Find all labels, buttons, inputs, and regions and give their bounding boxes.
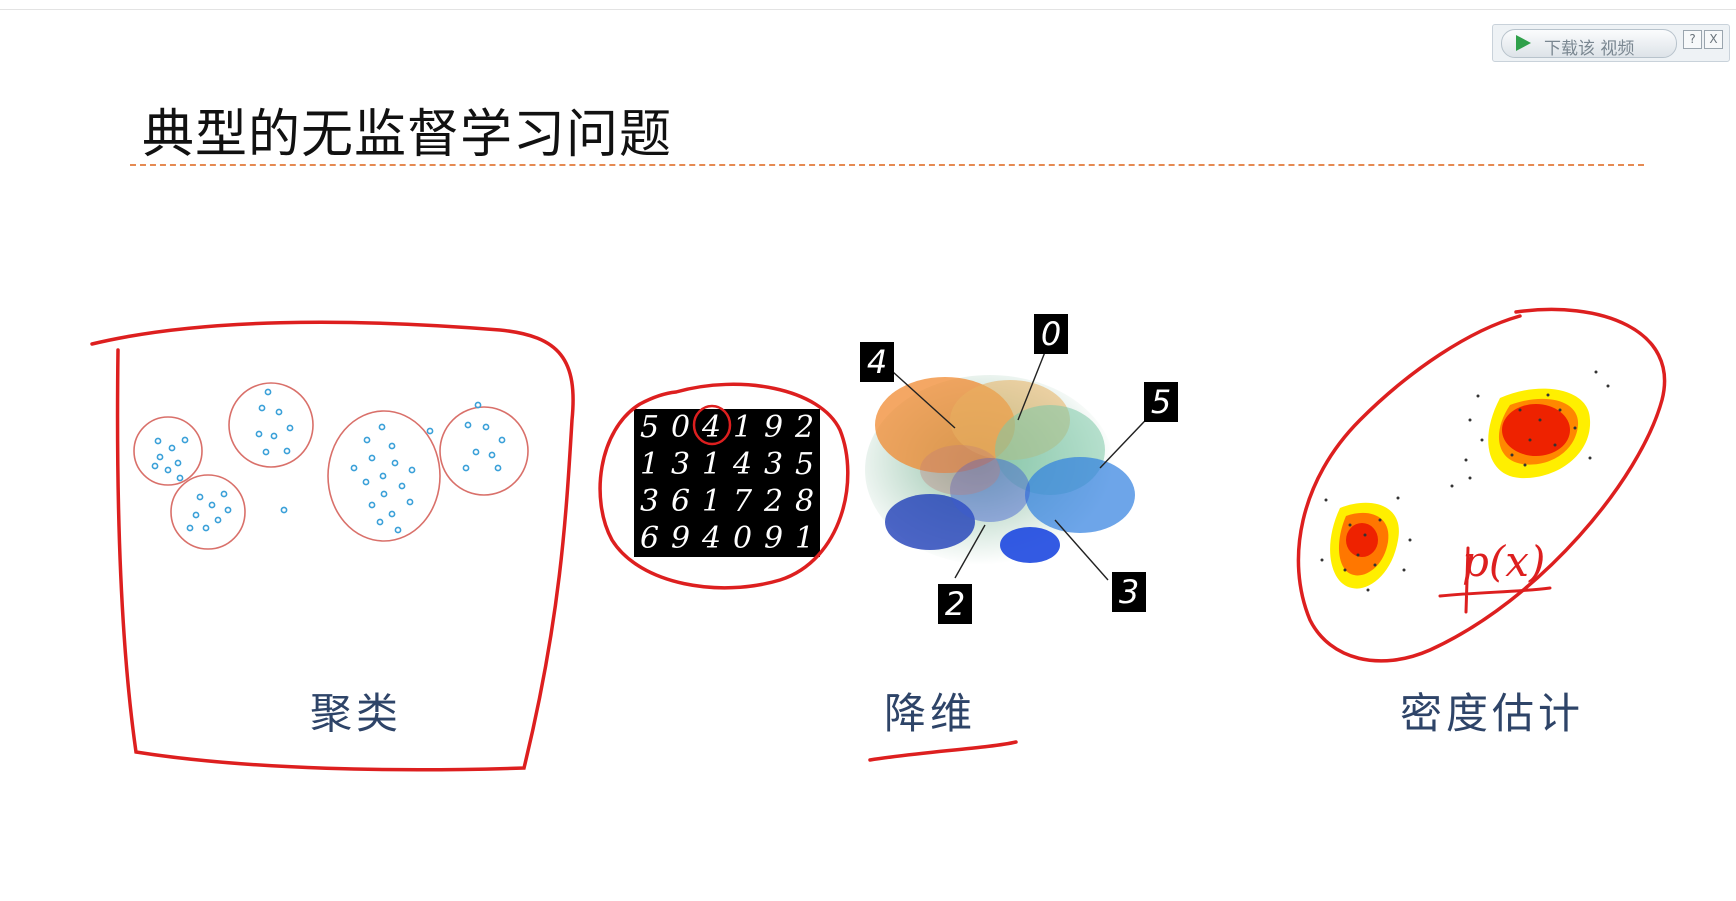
cluster-circle	[228, 382, 314, 468]
mnist-highlight-circle	[598, 382, 850, 590]
digit-4-highlight	[692, 404, 732, 446]
cluster-circle	[327, 410, 441, 542]
dim-reduction-caption: 降维	[884, 689, 977, 738]
dim-reduction-underline	[868, 740, 1018, 762]
slide-drawing-layer: p(x)	[90, 307, 1667, 772]
density-estimation-caption: 密度估计	[1400, 689, 1585, 738]
embedding-label: 0	[1034, 314, 1068, 354]
cluster-circle	[170, 474, 246, 550]
px-annotation: p(x)	[1462, 537, 1545, 586]
cluster-circle	[439, 406, 529, 496]
cluster-points	[151, 388, 506, 534]
clustering-caption: 聚类	[310, 689, 403, 738]
cluster-circle	[133, 416, 203, 486]
density-heatmap	[1330, 388, 1591, 589]
embedding-scatter-cloud	[865, 375, 1135, 565]
embedding-label: 5	[1144, 382, 1178, 422]
embedding-label: 3	[1112, 572, 1146, 612]
embedding-label: 2	[938, 584, 972, 624]
density-highlight-ellipse	[1296, 307, 1667, 663]
cluster-diagram	[133, 382, 529, 550]
embedding-label: 4	[860, 342, 894, 382]
